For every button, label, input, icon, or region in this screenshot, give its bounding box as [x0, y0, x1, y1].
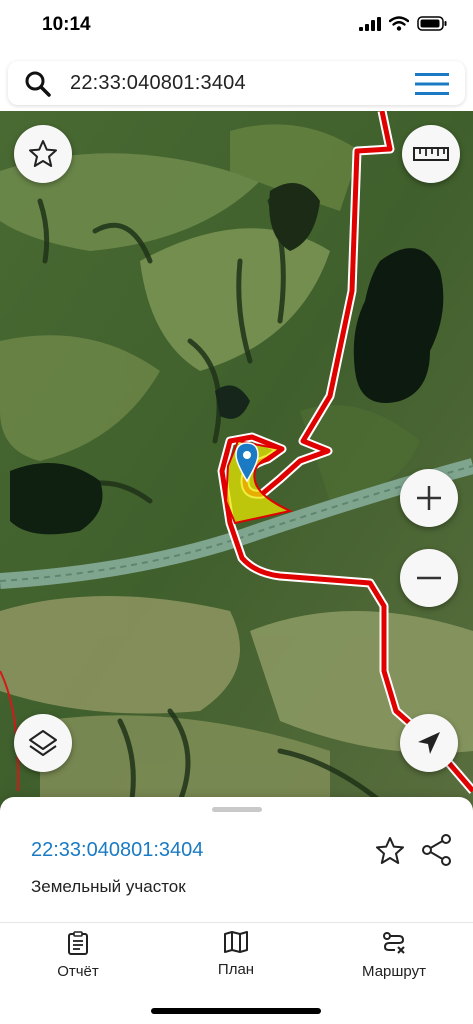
map-canvas[interactable]	[0, 111, 473, 811]
sheet-grabber[interactable]	[212, 807, 262, 812]
tab-report-label: Отчёт	[57, 963, 99, 980]
wifi-icon	[389, 16, 409, 31]
minus-icon	[417, 576, 441, 580]
satellite-map[interactable]	[0, 111, 473, 811]
tab-plan-label: План	[217, 961, 255, 978]
search-icon[interactable]	[24, 70, 52, 98]
route-icon	[383, 932, 405, 954]
share-icon[interactable]	[420, 833, 454, 867]
status-icons	[359, 16, 447, 31]
parcel-info-sheet[interactable]: 22:33:040801:3404 Земельный участок Отчё…	[0, 797, 473, 1024]
sheet-divider	[0, 922, 473, 923]
report-icon	[68, 931, 88, 955]
tab-route-label: Маршрут	[362, 963, 426, 980]
tab-route[interactable]: Маршрут	[324, 931, 464, 991]
signal-icon	[359, 16, 381, 31]
map-plan-icon	[224, 931, 248, 953]
star-icon	[29, 140, 57, 167]
layers-button[interactable]	[14, 714, 72, 772]
search-bar[interactable]: 22:33:040801:3404	[8, 61, 465, 105]
favorites-map-button[interactable]	[14, 125, 72, 183]
parcel-type: Земельный участок	[31, 877, 186, 896]
star-icon[interactable]	[374, 835, 406, 867]
search-input[interactable]: 22:33:040801:3404	[70, 72, 246, 95]
ruler-icon	[413, 147, 449, 161]
navigation-arrow-icon	[418, 732, 440, 754]
ruler-measure-button[interactable]	[402, 125, 460, 183]
my-location-button[interactable]	[400, 714, 458, 772]
tab-report[interactable]: Отчёт	[8, 931, 148, 991]
hamburger-menu-icon[interactable]	[415, 72, 449, 96]
plus-icon	[417, 486, 441, 510]
layers-icon	[29, 730, 57, 756]
tab-plan[interactable]: План	[166, 931, 306, 991]
home-indicator[interactable]	[151, 1008, 321, 1014]
battery-icon	[417, 16, 447, 31]
status-bar: 10:14	[0, 0, 473, 52]
zoom-in-button[interactable]	[400, 469, 458, 527]
lake-west	[10, 463, 103, 535]
zoom-out-button[interactable]	[400, 549, 458, 607]
status-time: 10:14	[42, 14, 91, 35]
parcel-cadastral-number: 22:33:040801:3404	[31, 839, 204, 861]
